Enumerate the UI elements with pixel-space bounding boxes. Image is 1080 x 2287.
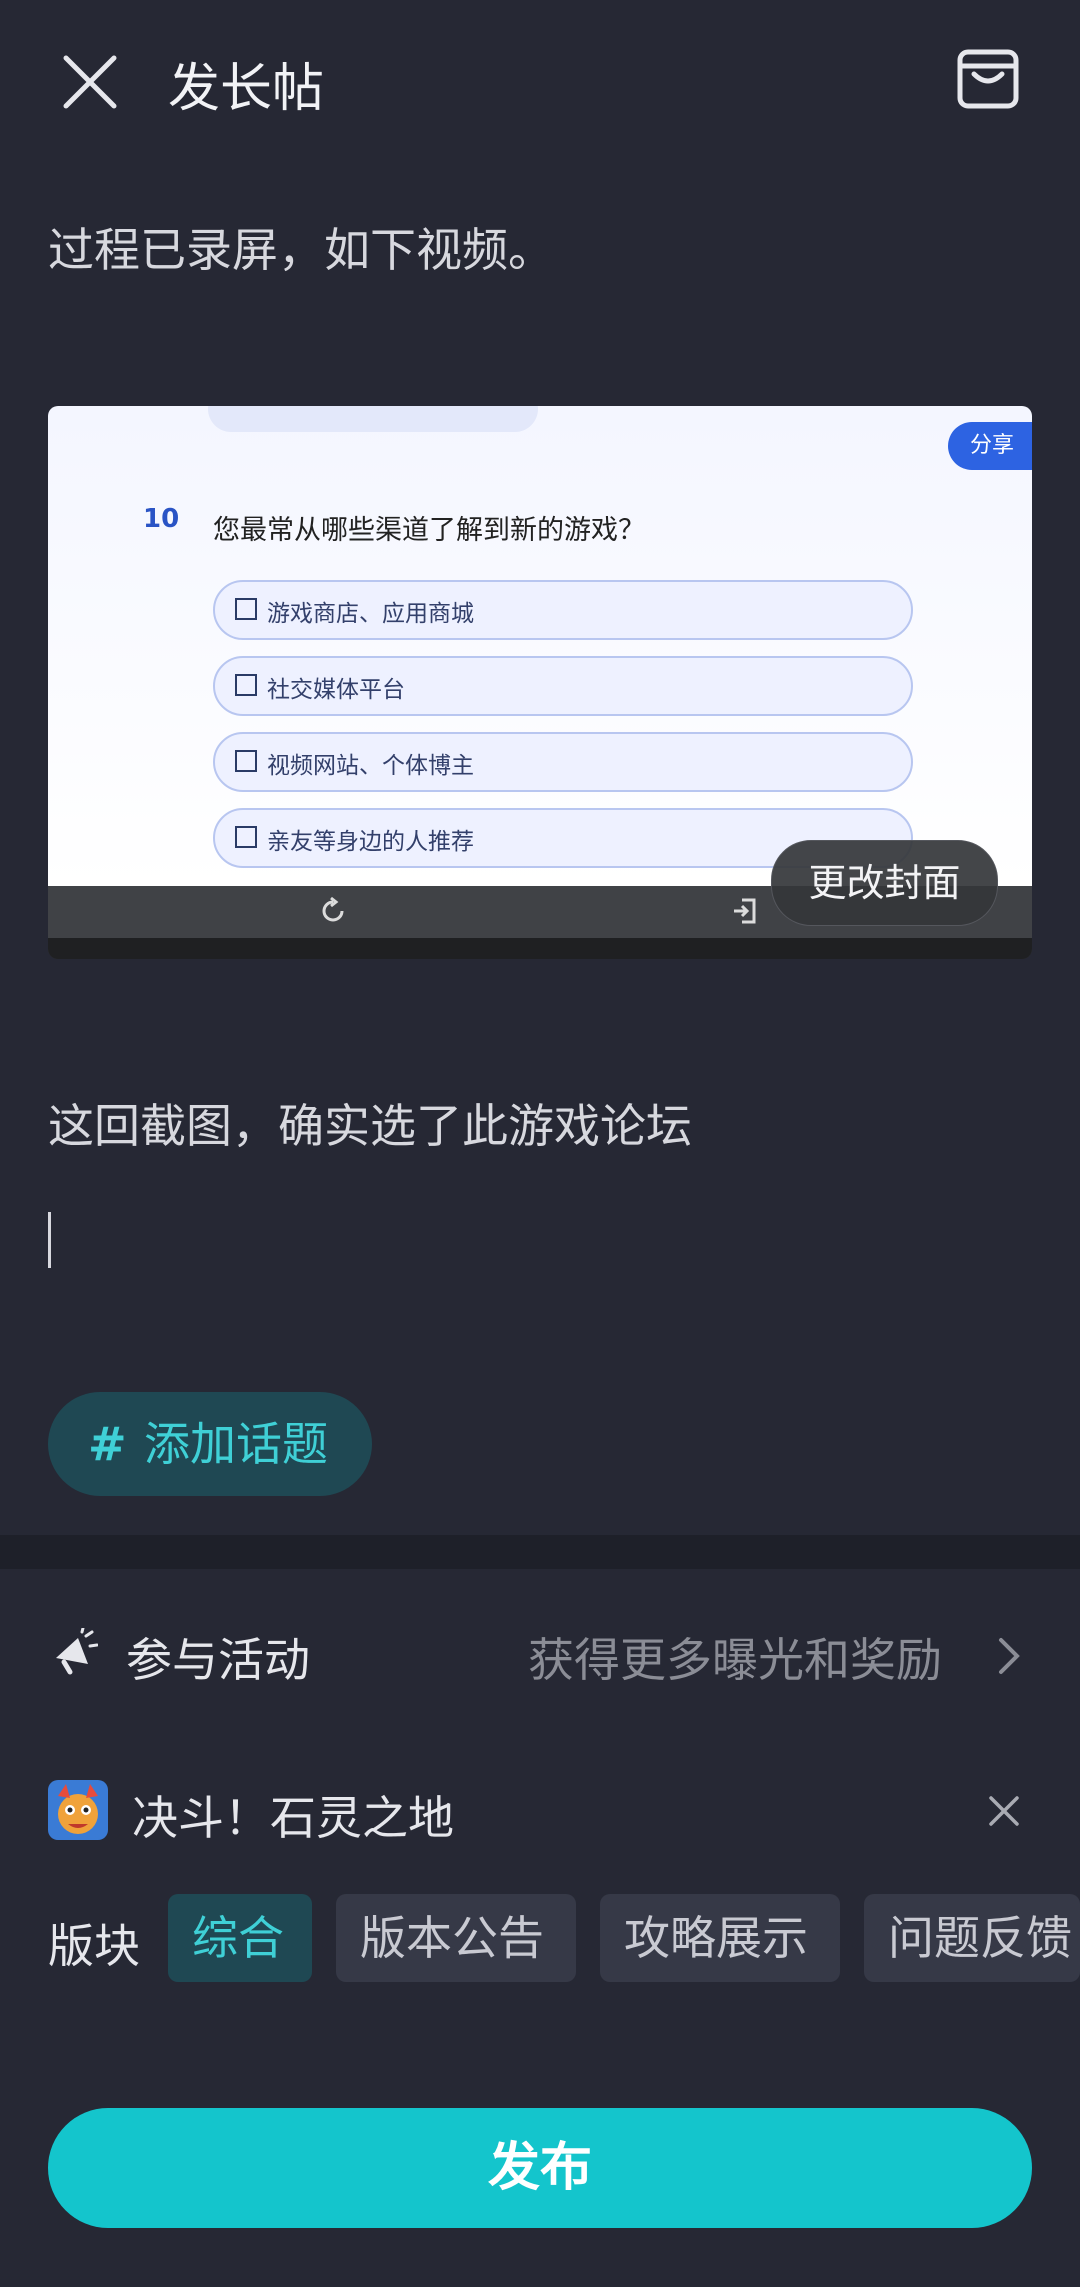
section-chip-announcements[interactable]: 版本公告 bbox=[336, 1894, 576, 1982]
section-divider bbox=[0, 1535, 1080, 1569]
intro-text[interactable]: 过程已录屏，如下视频。 bbox=[48, 214, 554, 280]
section-chip-feedback[interactable]: 问题反馈 bbox=[864, 1894, 1080, 1982]
close-button[interactable] bbox=[58, 50, 122, 114]
hash-icon: # bbox=[88, 1417, 127, 1471]
section-chip-guides[interactable]: 攻略展示 bbox=[600, 1894, 840, 1982]
close-icon bbox=[63, 55, 117, 109]
game-name: 决斗！石灵之地 bbox=[132, 1791, 454, 1845]
video-option: 社交媒体平台 bbox=[213, 656, 913, 716]
remove-game-icon[interactable] bbox=[985, 1792, 1023, 1830]
section-chip-general[interactable]: 综合 bbox=[168, 1894, 312, 1982]
add-topic-label: 添加话题 bbox=[144, 1417, 328, 1471]
chevron-right-icon bbox=[999, 1638, 1020, 1674]
text-cursor bbox=[48, 1212, 51, 1268]
video-option: 游戏商店、应用商城 bbox=[213, 580, 913, 640]
activity-hint: 获得更多曝光和奖励 bbox=[528, 1633, 942, 1687]
refresh-icon bbox=[322, 896, 344, 922]
video-question-text: 您最常从哪些渠道了解到新的游戏？ bbox=[213, 515, 645, 546]
game-icon bbox=[48, 1780, 108, 1840]
video-share-pill: 分享 bbox=[948, 422, 1032, 470]
video-top-element bbox=[208, 406, 538, 432]
video-option: 视频网站、个体博主 bbox=[213, 732, 913, 792]
section-label: 版块 bbox=[48, 1919, 140, 1973]
exit-icon bbox=[734, 898, 756, 924]
video-question-number: 10 bbox=[143, 504, 180, 534]
publish-button[interactable]: 发布 bbox=[48, 2108, 1032, 2228]
draft-box-icon bbox=[957, 49, 1019, 109]
body-paragraph[interactable]: 这回截图，确实选了此游戏论坛 bbox=[48, 1090, 692, 1156]
add-topic-button[interactable]: # 添加话题 bbox=[48, 1392, 372, 1496]
video-bottom-strip bbox=[48, 938, 1032, 959]
top-bar: 发长帖 bbox=[0, 0, 1080, 160]
selected-game-row[interactable]: 决斗！石灵之地 bbox=[0, 1770, 1080, 1860]
draft-box-button[interactable] bbox=[952, 42, 1024, 114]
megaphone-icon bbox=[56, 1628, 98, 1675]
change-cover-button[interactable]: 更改封面 bbox=[771, 840, 998, 926]
video-cover: 分享 10 您最常从哪些渠道了解到新的游戏？ 游戏商店、应用商城 社交媒体平台 … bbox=[48, 406, 1032, 886]
join-activity-row[interactable]: 参与活动 获得更多曝光和奖励 bbox=[0, 1610, 1080, 1700]
activity-label: 参与活动 bbox=[126, 1633, 310, 1687]
page-title: 发长帖 bbox=[168, 59, 325, 119]
